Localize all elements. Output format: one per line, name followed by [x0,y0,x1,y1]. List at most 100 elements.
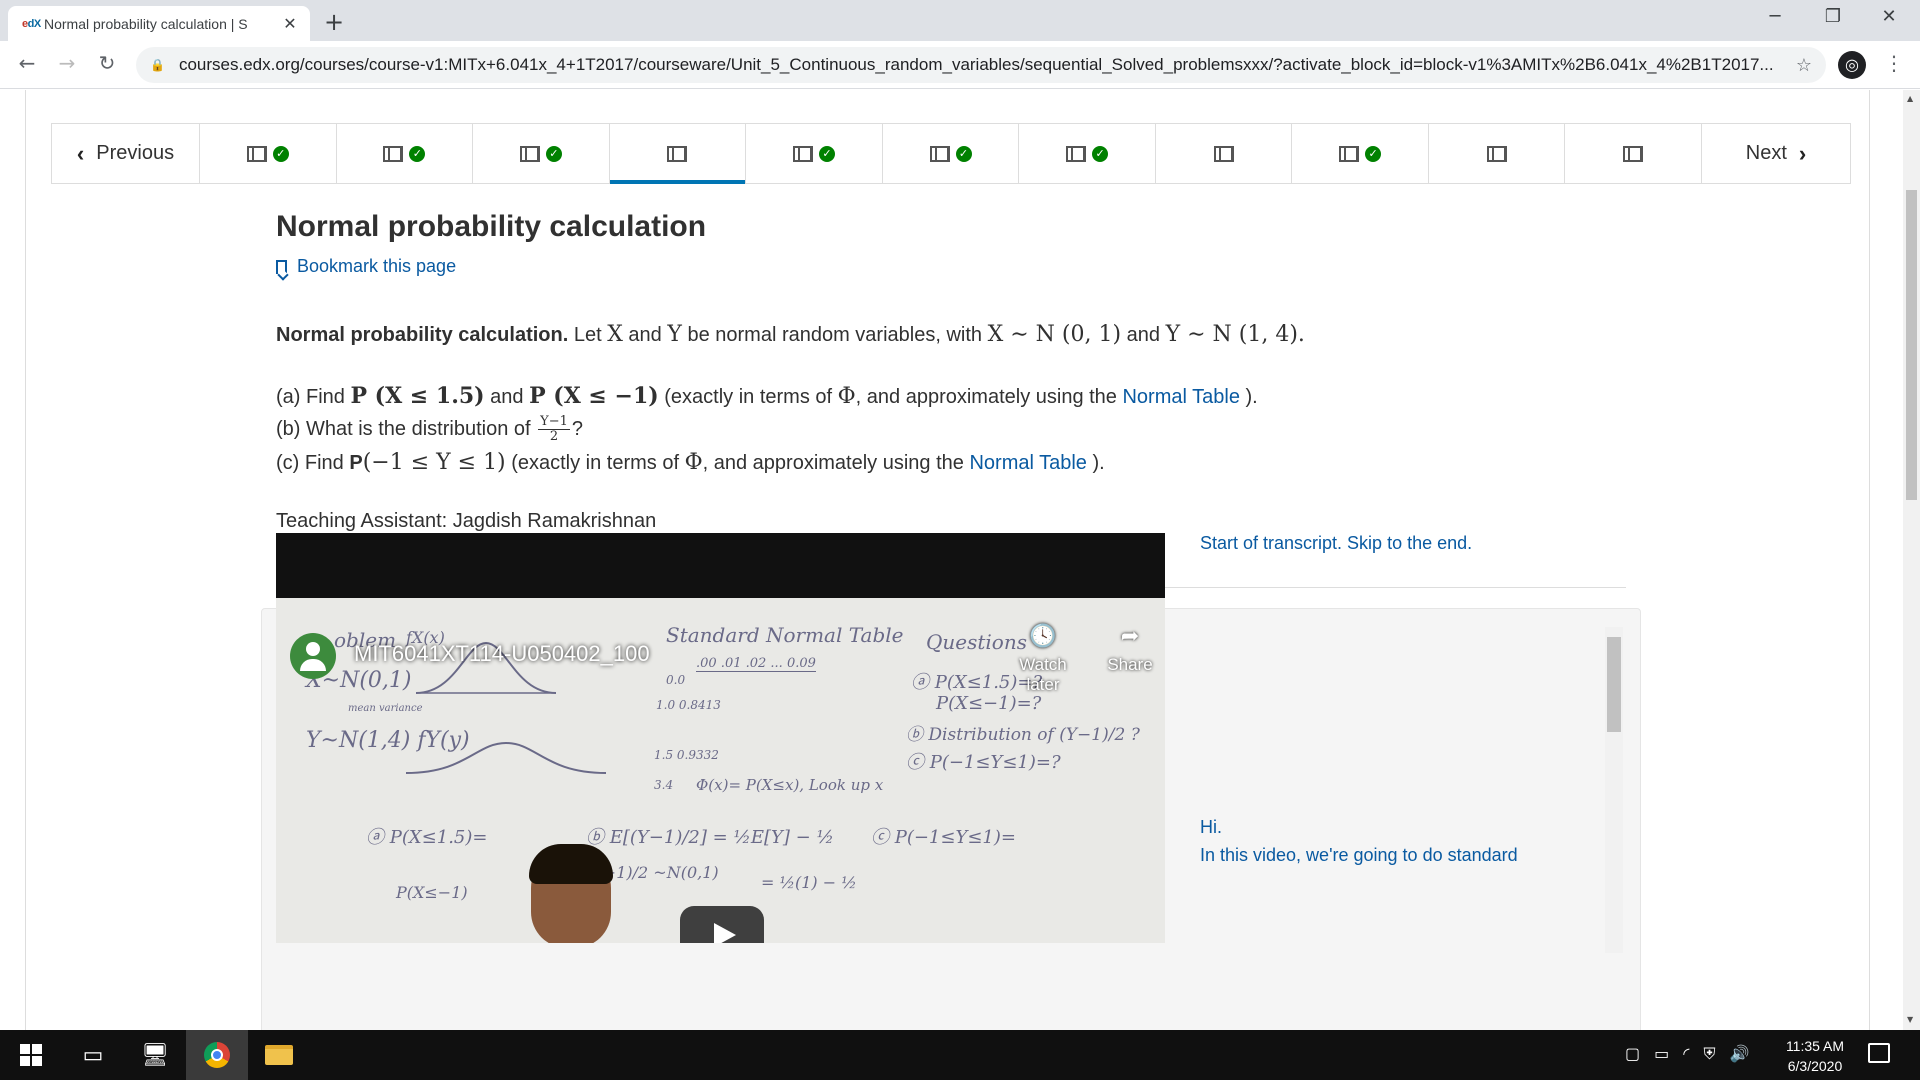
sequence-tab-8[interactable] [1156,124,1293,183]
sequence-tab-1[interactable]: ✓ [200,124,337,183]
video-icon [792,145,813,162]
video-icon [519,145,540,162]
var-y: Y [667,322,682,347]
and-text: and [484,386,530,408]
close-tab-icon[interactable]: ✕ [280,14,300,33]
board-text: ⓑ E[(Y−1)/2] = ½E[Y] − ½ [586,827,834,848]
battery-icon[interactable]: ▭ [1654,1044,1669,1064]
sequence-tab-6[interactable]: ✓ [883,124,1020,183]
notification-center-icon[interactable] [1868,1043,1890,1063]
board-text: Φ(x)= P(X≤x), Look up x [696,776,884,794]
skip-transcript-link[interactable]: Start of transcript. Skip to the end. [1200,533,1472,554]
chrome-taskbar-button[interactable] [186,1030,248,1080]
part-b-prefix: (b) What is the distribution of [276,418,537,441]
task-view-icon[interactable]: ▭ [62,1030,124,1080]
board-text: 3.4 [654,778,674,792]
problem-part-c: (c) Find P(−1 ≤ Y ≤ 1) (exactly in terms… [276,448,1576,479]
problem-part-b: (b) What is the distribution of Y−1 2? [276,414,1576,445]
tray-app-icon[interactable]: ▢ [1625,1044,1640,1064]
scroll-down-icon[interactable]: ▼ [1907,1015,1913,1024]
scroll-up-icon[interactable]: ▲ [1907,94,1913,103]
fraction: Y−1 2 [538,414,570,445]
fraction-numerator: Y−1 [538,414,570,431]
video-icon [929,145,950,162]
sequence-tab-10[interactable] [1429,124,1566,183]
video-title[interactable]: MIT6041XT114-U050402_100 [354,641,650,667]
normal-table-link[interactable]: Normal Table [1122,386,1239,408]
intro-text-2: be normal random variables, with [681,324,988,346]
sequence-tab-3[interactable]: ✓ [473,124,610,183]
sequence-tab-4-active[interactable] [609,124,747,184]
wifi-icon[interactable]: ◜ [1683,1044,1689,1064]
sequence-nav: ‹ Previous ✓ ✓ ✓ ✓ ✓ ✓ ✓ Next › [51,123,1851,184]
back-arrow-icon[interactable]: ← [12,51,42,75]
profile-icon[interactable]: ◎ [1838,51,1866,79]
scroll-thumb[interactable] [1906,190,1917,500]
share-arrow-icon: ➦ [1120,623,1140,648]
problem-part-a: (a) Find P (X ≤ 1.5) and P (X ≤ −1) (exa… [276,381,1576,413]
transcript-line[interactable]: Hi. [1200,817,1222,838]
clock-icon: 🕓 [1029,623,1057,648]
file-explorer-button[interactable] [248,1030,310,1080]
part-a-prefix: (a) Find [276,386,351,408]
transcript-line[interactable]: In this video, we're going to do standar… [1200,845,1518,866]
chrome-icon [204,1042,230,1068]
security-shield-icon[interactable]: ⛨ [1703,1044,1715,1064]
transcript-scrollbar[interactable] [1605,627,1623,953]
bookmark-icon [276,259,287,274]
forward-arrow-icon[interactable]: → [52,51,82,75]
part-a-math-2: P (X ≤ −1) [529,383,659,409]
watch-later-button[interactable]: 🕓 Watch later [1003,623,1083,695]
sequence-tab-11[interactable] [1565,124,1703,183]
previous-label: Previous [96,142,175,164]
fraction-denominator: 2 [549,429,559,445]
previous-button[interactable]: ‹ Previous [52,124,200,183]
video-player[interactable]: oblem Standard Normal Table Questions fX… [276,533,1165,943]
share-button[interactable]: ➦ Share [1090,623,1165,675]
minimize-icon[interactable]: ─ [1752,6,1798,27]
channel-avatar[interactable] [290,633,336,679]
transcript-scroll-thumb[interactable] [1607,637,1621,732]
tab-title: Normal probability calculation | S [44,15,248,32]
board-text: ⓐ P(X≤1.5)= [366,827,488,848]
next-label: Next [1745,142,1787,164]
system-tray: ▢ ▭ ◜ ⛨ 🔊 [1625,1044,1749,1064]
sequence-tab-9[interactable]: ✓ [1292,124,1429,183]
play-button[interactable] [680,906,764,943]
restore-icon[interactable]: ❐ [1810,6,1856,27]
board-text: 1.5 0.9332 [654,748,719,762]
part-c-suffix-1: (exactly in terms of [505,452,685,474]
reload-icon[interactable]: ↻ [92,51,122,75]
normal-table-link[interactable]: Normal Table [969,452,1086,474]
dist-x: X ∼ N (0, 1) [987,322,1122,347]
video-icon [1213,145,1234,162]
instructor-hair [529,844,613,884]
system-clock[interactable]: 11:35 AM 6/3/2020 [1770,1036,1860,1076]
board-text: P(X≤−1) [396,883,468,902]
address-bar[interactable]: 🔒 courses.edx.org/courses/course-v1:MITx… [136,47,1826,83]
bookmark-button[interactable]: Bookmark this page [276,256,456,277]
next-button[interactable]: Next › [1702,124,1850,183]
part-c-prefix: (c) Find [276,452,350,474]
bookmark-star-icon[interactable]: ☆ [1796,55,1812,76]
new-tab-icon[interactable]: + [324,8,344,36]
window-close-icon[interactable]: ✕ [1866,6,1912,27]
browser-tab[interactable]: edX Normal probability calculation | S ✕ [8,6,310,41]
page-scrollbar[interactable]: ▲ ▼ [1903,90,1920,1030]
intro-text-1: Let [568,324,608,346]
sequence-tab-7[interactable]: ✓ [1019,124,1156,183]
sequence-tab-2[interactable]: ✓ [337,124,474,183]
part-c-math: (−1 ≤ Y ≤ 1) [362,450,506,475]
app-icon[interactable]: 🖥 [124,1030,186,1080]
board-text: .00 .01 .02 ... 0.09 [696,656,816,672]
clock-date: 6/3/2020 [1787,1058,1843,1074]
volume-icon[interactable]: 🔊 [1729,1044,1749,1064]
checkmark-icon: ✓ [1365,145,1382,162]
and-text: and [1121,324,1166,346]
close-paren: ). [1239,386,1258,408]
board-text: 1.0 0.8413 [656,698,721,712]
sequence-tab-5[interactable]: ✓ [746,124,883,183]
browser-menu-icon[interactable]: ⋮ [1884,51,1904,75]
phi-symbol: Φ [684,450,703,475]
start-button[interactable] [0,1030,62,1080]
